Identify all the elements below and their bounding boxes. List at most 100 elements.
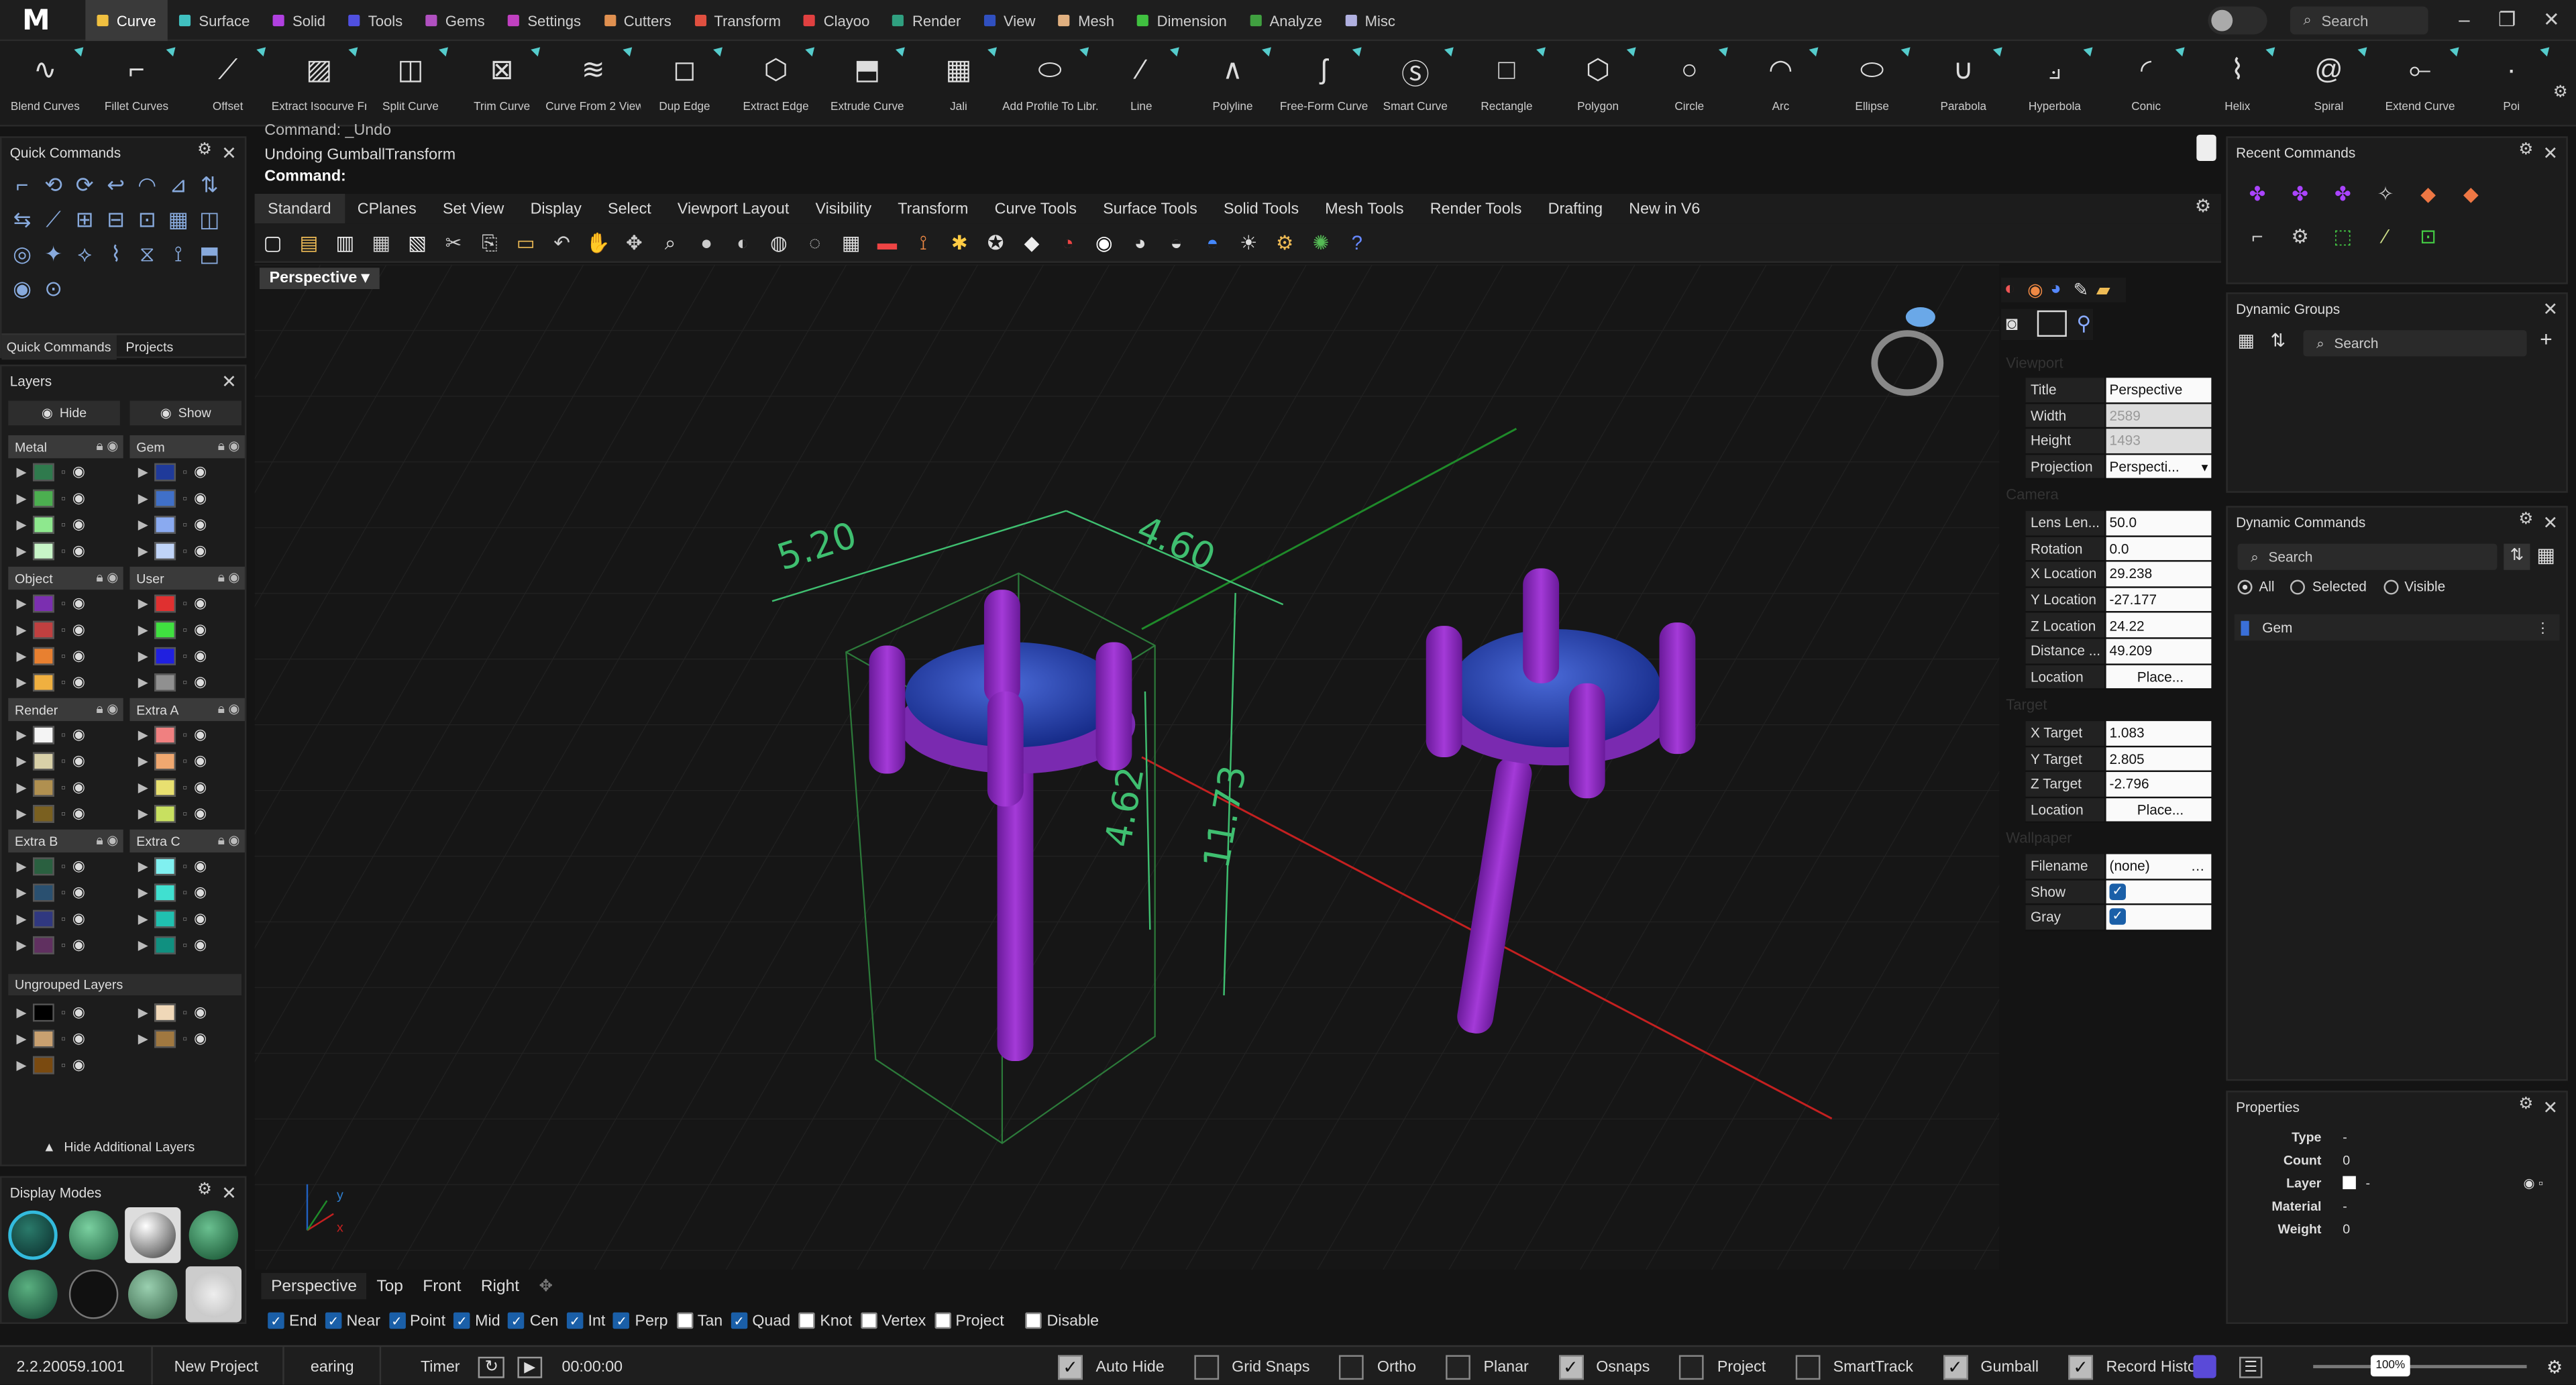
lock-eye-icon[interactable]: 🔒︎ ◉ xyxy=(96,833,118,849)
expand-icon[interactable]: ▶ xyxy=(138,858,148,873)
viewport-tool-icon[interactable]: ◔ xyxy=(1053,228,1083,258)
osnap-disable[interactable]: Disable xyxy=(1025,1312,1099,1329)
extrude-curve-button[interactable]: ⬒ Extrude Curve xyxy=(822,41,912,126)
lock-icon[interactable]: ▫ xyxy=(182,516,187,531)
lock-icon[interactable]: ▫ xyxy=(182,911,187,926)
lock-eye-icon[interactable]: 🔒︎ ◉ xyxy=(218,439,240,455)
toggle-auto-hide[interactable]: ✓ Auto Hide xyxy=(1058,1354,1165,1379)
lock-eye-icon[interactable]: 🔒︎ ◉ xyxy=(218,570,240,586)
extract-isocurve-button[interactable]: ▨ Extract Isocurve Fr... xyxy=(272,41,367,126)
technical-mode-icon[interactable] xyxy=(68,1270,119,1319)
toggle-checkbox[interactable] xyxy=(1193,1354,1219,1379)
eye-icon[interactable]: ◉ xyxy=(194,778,207,796)
layer-color-swatch[interactable] xyxy=(154,488,176,507)
layer-row[interactable]: ▶ ▫ ◉ xyxy=(8,1025,123,1051)
toolbar-tab-new-in-v6[interactable]: New in V6 xyxy=(1616,194,1713,223)
expand-icon[interactable]: ▶ xyxy=(16,596,26,610)
lock-icon[interactable]: ▫ xyxy=(61,464,66,479)
toggle-checkbox[interactable] xyxy=(1339,1354,1364,1379)
eye-icon[interactable]: ◉ xyxy=(72,778,85,796)
viewport-tool-icon[interactable]: ▬ xyxy=(872,228,902,258)
layer-color-swatch[interactable] xyxy=(154,883,176,901)
menu-tab-analyze[interactable]: Analyze xyxy=(1238,0,1334,41)
minimize-icon[interactable]: – xyxy=(2451,7,2477,33)
conic-button[interactable]: ◜ Conic xyxy=(2101,41,2192,126)
filter-selected[interactable]: Selected xyxy=(2291,578,2367,595)
gear-icon[interactable]: ⚙ xyxy=(2546,1347,2563,1384)
property-value[interactable]: 1.083 xyxy=(2106,721,2212,745)
layer-color-swatch[interactable] xyxy=(33,777,55,796)
view-tab-right[interactable]: Right xyxy=(471,1273,529,1299)
quick-command-icon[interactable]: ◫ xyxy=(195,205,223,233)
expand-icon[interactable]: ▶ xyxy=(16,674,26,689)
layer-color-swatch[interactable] xyxy=(154,751,176,770)
layer-color-swatch[interactable] xyxy=(154,1003,176,1021)
jali-button[interactable]: ▦ Jali xyxy=(914,41,1004,126)
place-button[interactable]: Place... xyxy=(2106,664,2212,689)
quick-command-icon[interactable]: ⊟ xyxy=(102,205,130,233)
add-icon[interactable]: + xyxy=(2540,327,2553,351)
eye-icon[interactable]: ◉ xyxy=(72,462,85,480)
layer-color-swatch[interactable] xyxy=(33,804,55,822)
rectangle-button[interactable]: □ Rectangle xyxy=(1462,41,1552,126)
toolbar-tab-curve-tools[interactable]: Curve Tools xyxy=(981,194,1090,223)
osnap-near[interactable]: ✓ Near xyxy=(325,1312,380,1329)
lock-icon[interactable]: ▫ xyxy=(61,779,66,794)
layer-color-swatch[interactable] xyxy=(154,935,176,954)
viewport-tool-icon[interactable]: ◐ xyxy=(728,228,757,258)
gear-icon[interactable]: ⚙ xyxy=(197,142,212,160)
viewport-tool-icon[interactable]: ⌕ xyxy=(655,228,685,258)
osnap-knot[interactable]: Knot xyxy=(798,1312,852,1329)
property-value[interactable]: 2.805 xyxy=(2106,746,2212,771)
show-checkbox[interactable]: ✓ xyxy=(2109,883,2127,900)
osnap-checkbox[interactable]: ✓ xyxy=(731,1312,747,1329)
eye-icon[interactable]: ◉ xyxy=(194,883,207,901)
add-view-icon[interactable]: ✥ xyxy=(529,1277,563,1295)
viewport-tool-icon[interactable]: ✂ xyxy=(439,228,468,258)
osnap-checkbox[interactable]: ✓ xyxy=(613,1312,631,1329)
osnap-end[interactable]: ✓ End xyxy=(268,1312,317,1329)
osnap-checkbox[interactable] xyxy=(676,1312,693,1329)
osnap-checkbox[interactable]: ✓ xyxy=(388,1312,405,1329)
eye-icon[interactable]: ◉ xyxy=(194,594,207,612)
toolbar-tab-surface-tools[interactable]: Surface Tools xyxy=(1090,194,1211,223)
calculator-icon[interactable]: ▦ xyxy=(2536,544,2555,567)
gem-tool-icon[interactable]: ✤ xyxy=(2244,180,2270,207)
menu-tab-dimension[interactable]: Dimension xyxy=(1126,0,1238,41)
quick-command-icon[interactable]: ⟳ xyxy=(70,171,99,199)
viewport-tool-icon[interactable]: ▦ xyxy=(366,228,396,258)
polygon-button[interactable]: ⬡ Polygon xyxy=(1553,41,1644,126)
lock-eye-icon[interactable]: 🔒︎ ◉ xyxy=(218,833,240,849)
arc-button[interactable]: ◠ Arc xyxy=(1735,41,1826,126)
expand-icon[interactable]: ▶ xyxy=(16,885,26,899)
layer-row[interactable]: ▶ ▫ ◉ xyxy=(129,537,244,563)
shaded-mode-icon[interactable] xyxy=(68,1210,119,1260)
lock-icon[interactable]: ▫ xyxy=(61,753,66,768)
layer-row[interactable]: ▶ ▫ ◉ xyxy=(129,590,244,616)
named-views-icon[interactable]: ⚲ xyxy=(2077,312,2092,335)
sort-icon[interactable]: ⇅ xyxy=(2271,330,2286,351)
toggle-osnaps[interactable]: ✓ Osnaps xyxy=(1558,1354,1650,1379)
layer-group-header[interactable]: Gem 🔒︎ ◉ xyxy=(129,435,245,459)
expand-icon[interactable]: ▶ xyxy=(138,1031,148,1046)
lock-icon[interactable]: ▫ xyxy=(182,648,187,663)
eye-icon[interactable]: ◉ xyxy=(72,647,85,665)
expand-icon[interactable]: ▶ xyxy=(138,674,148,689)
eye-icon[interactable]: ◉ xyxy=(194,647,207,665)
radio-icon[interactable] xyxy=(2383,579,2398,594)
expand-icon[interactable]: ▶ xyxy=(138,596,148,610)
eye-icon[interactable]: ◉ xyxy=(72,1055,85,1073)
ghosted-mode-icon[interactable] xyxy=(189,1210,239,1260)
osnap-checkbox[interactable] xyxy=(1025,1312,1042,1329)
toggle-checkbox[interactable]: ✓ xyxy=(2068,1354,2093,1379)
layer-color-swatch[interactable] xyxy=(154,462,176,481)
hyperbola-button[interactable]: ⟓ Hyperbola xyxy=(2010,41,2100,126)
quick-command-icon[interactable]: ⟟ xyxy=(164,240,193,268)
toolbar-tab-visibility[interactable]: Visibility xyxy=(802,194,885,223)
expand-icon[interactable]: ▶ xyxy=(16,1005,26,1019)
quick-command-icon[interactable]: ⟲ xyxy=(40,171,68,199)
expand-icon[interactable]: ▶ xyxy=(16,937,26,952)
eye-icon[interactable]: ◉ xyxy=(72,909,85,928)
lock-icon[interactable]: ▫ xyxy=(182,753,187,768)
lock-icon[interactable]: ▫ xyxy=(182,543,187,557)
